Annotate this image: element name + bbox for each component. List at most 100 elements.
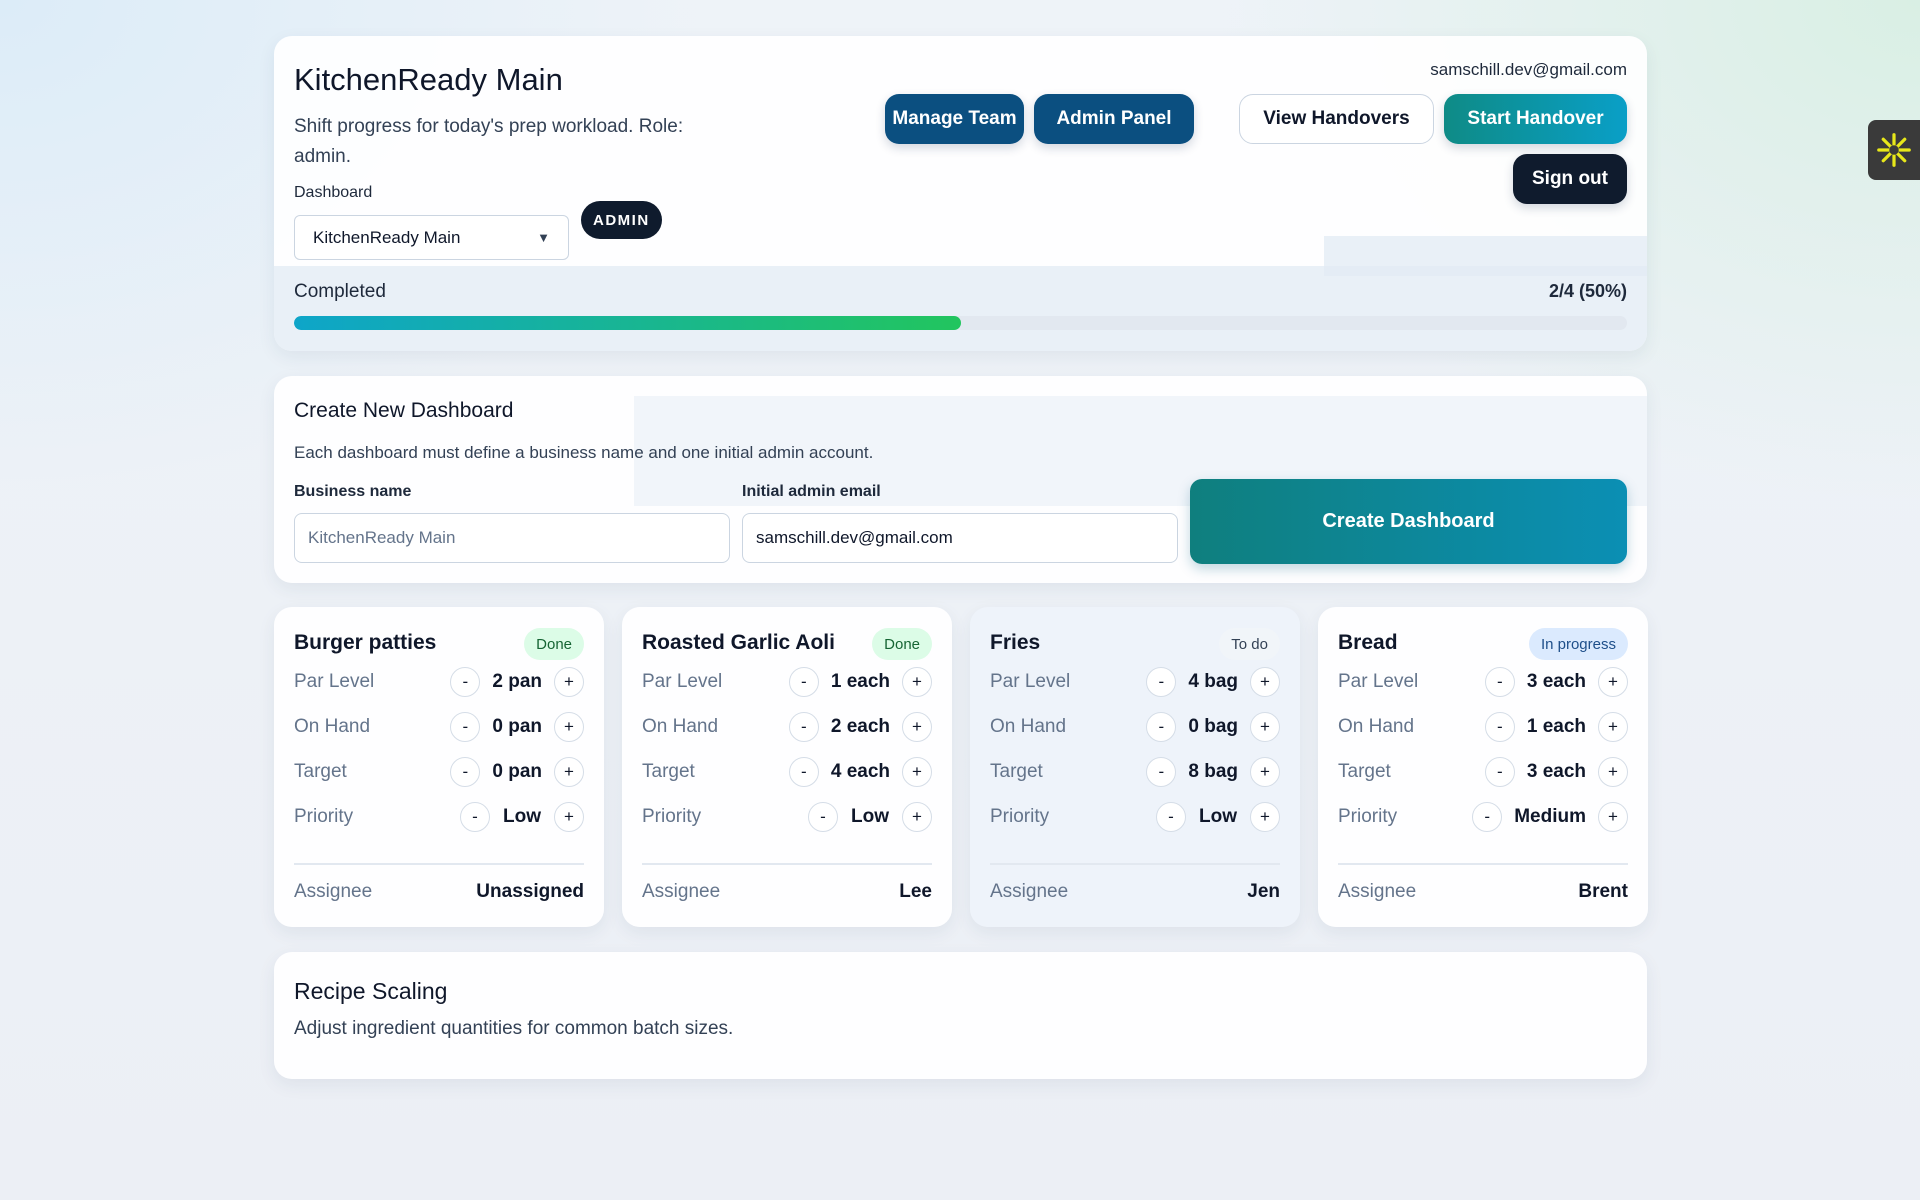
decrement-button[interactable]: - xyxy=(450,667,481,697)
increment-button[interactable]: + xyxy=(1250,802,1280,832)
decrement-button[interactable]: - xyxy=(788,712,819,742)
dashboard-select[interactable]: KitchenReady Main ▼ xyxy=(294,215,569,260)
progress-label: Completed xyxy=(294,281,386,302)
decrement-button[interactable]: - xyxy=(1484,712,1515,742)
prep-item-row-par-level: Par Level -1 each + xyxy=(642,665,932,699)
assignee-value[interactable]: Brent xyxy=(1578,881,1628,903)
create-dashboard-description: Each dashboard must define a business na… xyxy=(294,443,874,462)
increment-button[interactable]: + xyxy=(902,712,932,742)
admin-panel-button[interactable]: Admin Panel xyxy=(1034,94,1194,144)
divider xyxy=(990,863,1280,865)
assignee-value[interactable]: Jen xyxy=(1247,881,1280,903)
prep-item-row-par-level: Par Level -4 bag + xyxy=(990,665,1280,699)
view-handovers-button[interactable]: View Handovers xyxy=(1239,94,1434,144)
prep-item-row-target: Target -3 each + xyxy=(1338,755,1628,789)
sign-out-button[interactable]: Sign out xyxy=(1513,154,1627,204)
decrement-button[interactable]: - xyxy=(1472,802,1503,832)
increment-button[interactable]: + xyxy=(554,802,584,832)
decrement-button[interactable]: - xyxy=(1484,667,1515,697)
progress-bar xyxy=(294,316,1627,330)
stepper-value: 8 bag xyxy=(1188,761,1238,782)
dashboard-select-label: Dashboard xyxy=(294,184,373,201)
assignee-value[interactable]: Lee xyxy=(899,881,932,903)
target-stepper: -0 pan + xyxy=(450,757,584,787)
increment-button[interactable]: + xyxy=(1598,712,1628,742)
prep-item-name: Bread xyxy=(1338,631,1398,654)
increment-button[interactable]: + xyxy=(1598,802,1628,832)
row-label: Target xyxy=(294,761,347,782)
admin-email-label: Initial admin email xyxy=(742,483,881,500)
decrement-button[interactable]: - xyxy=(450,757,481,787)
progress-bar-fill xyxy=(294,316,961,330)
increment-button[interactable]: + xyxy=(1598,667,1628,697)
increment-button[interactable]: + xyxy=(1250,667,1280,697)
par-level-stepper: -4 bag + xyxy=(1146,667,1280,697)
priority-stepper: - Low + xyxy=(460,802,584,832)
target-stepper: -8 bag + xyxy=(1146,757,1280,787)
decrement-button[interactable]: - xyxy=(450,712,481,742)
increment-button[interactable]: + xyxy=(902,757,932,787)
chevron-down-icon: ▼ xyxy=(537,230,550,245)
row-label: Priority xyxy=(294,806,354,827)
decrement-button[interactable]: - xyxy=(808,802,838,832)
start-handover-button[interactable]: Start Handover xyxy=(1444,94,1627,144)
assignee-row: Assignee Lee xyxy=(642,881,932,903)
decrement-button[interactable]: - xyxy=(788,667,819,697)
on-hand-stepper: -2 each + xyxy=(788,712,932,742)
increment-button[interactable]: + xyxy=(554,667,584,697)
stepper-value: 3 each xyxy=(1526,671,1586,692)
decrement-button[interactable]: - xyxy=(1146,667,1177,697)
stepper-value: 1 each xyxy=(1526,716,1586,737)
increment-button[interactable]: + xyxy=(1250,757,1280,787)
stepper-value: Low xyxy=(503,806,541,827)
decrement-button[interactable]: - xyxy=(1146,757,1177,787)
assignee-label: Assignee xyxy=(990,881,1069,902)
create-dashboard-button[interactable]: Create Dashboard xyxy=(1190,479,1627,564)
increment-button[interactable]: + xyxy=(902,667,932,697)
stepper-value: Low xyxy=(1199,806,1237,827)
status-badge: To do xyxy=(1219,628,1280,660)
increment-button[interactable]: + xyxy=(1250,712,1280,742)
increment-button[interactable]: + xyxy=(554,712,584,742)
decrement-button[interactable]: - xyxy=(788,757,819,787)
prep-item-name: Burger patties xyxy=(294,631,437,654)
assignee-value[interactable]: Unassigned xyxy=(476,881,584,903)
prep-item-card: Bread In progress Par Level -3 each + On Hand… xyxy=(1318,607,1648,927)
decrement-button[interactable]: - xyxy=(1156,802,1186,832)
admin-email-input[interactable]: samschill.dev@gmail.com xyxy=(742,513,1178,563)
business-name-label: Business name xyxy=(294,483,412,500)
decrement-button[interactable]: - xyxy=(1484,757,1515,787)
stepper-value: 2 each xyxy=(830,716,890,737)
increment-button[interactable]: + xyxy=(902,802,932,832)
dashboard-select-value: KitchenReady Main xyxy=(313,227,461,247)
increment-button[interactable]: + xyxy=(554,757,584,787)
on-hand-stepper: -0 pan + xyxy=(450,712,584,742)
prep-item-row-target: Target -8 bag + xyxy=(990,755,1280,789)
manage-team-button[interactable]: Manage Team xyxy=(885,94,1024,144)
par-level-stepper: -3 each + xyxy=(1484,667,1628,697)
status-badge: Done xyxy=(524,628,584,660)
assignee-row: Assignee Unassigned xyxy=(294,881,584,903)
decrement-button[interactable]: - xyxy=(1146,712,1177,742)
status-badge: Done xyxy=(872,628,932,660)
prep-item-card: Burger patties Done Par Level -2 pan + On Han… xyxy=(274,607,604,927)
business-name-input[interactable]: KitchenReady Main xyxy=(294,513,730,563)
page-title: KitchenReady Main xyxy=(294,62,563,97)
prep-item-row-priority: Priority - Low + xyxy=(642,800,932,834)
prep-item-row-on-hand: On Hand -0 pan + xyxy=(294,710,584,744)
asterisk-sparkle-icon[interactable] xyxy=(1868,120,1920,180)
prep-item-row-on-hand: On Hand -1 each + xyxy=(1338,710,1628,744)
stepper-value: 4 bag xyxy=(1188,671,1238,692)
decrement-button[interactable]: - xyxy=(460,802,490,832)
stepper-value: 0 bag xyxy=(1188,716,1238,737)
row-label: Priority xyxy=(1338,806,1398,827)
prep-item-name: Fries xyxy=(990,631,1041,654)
increment-button[interactable]: + xyxy=(1598,757,1628,787)
assignee-row: Assignee Jen xyxy=(990,881,1280,903)
prep-item-card: Fries To do Par Level -4 bag + On Hand -0 bag +… xyxy=(970,607,1300,927)
dashboard-header-card: KitchenReady Main Shift progress for tod… xyxy=(274,36,1647,351)
prep-item-row-par-level: Par Level -3 each + xyxy=(1338,665,1628,699)
recipe-scaling-description: Adjust ingredient quantities for common … xyxy=(294,1018,734,1039)
target-stepper: -3 each + xyxy=(1484,757,1628,787)
stepper-value: 4 each xyxy=(830,761,890,782)
